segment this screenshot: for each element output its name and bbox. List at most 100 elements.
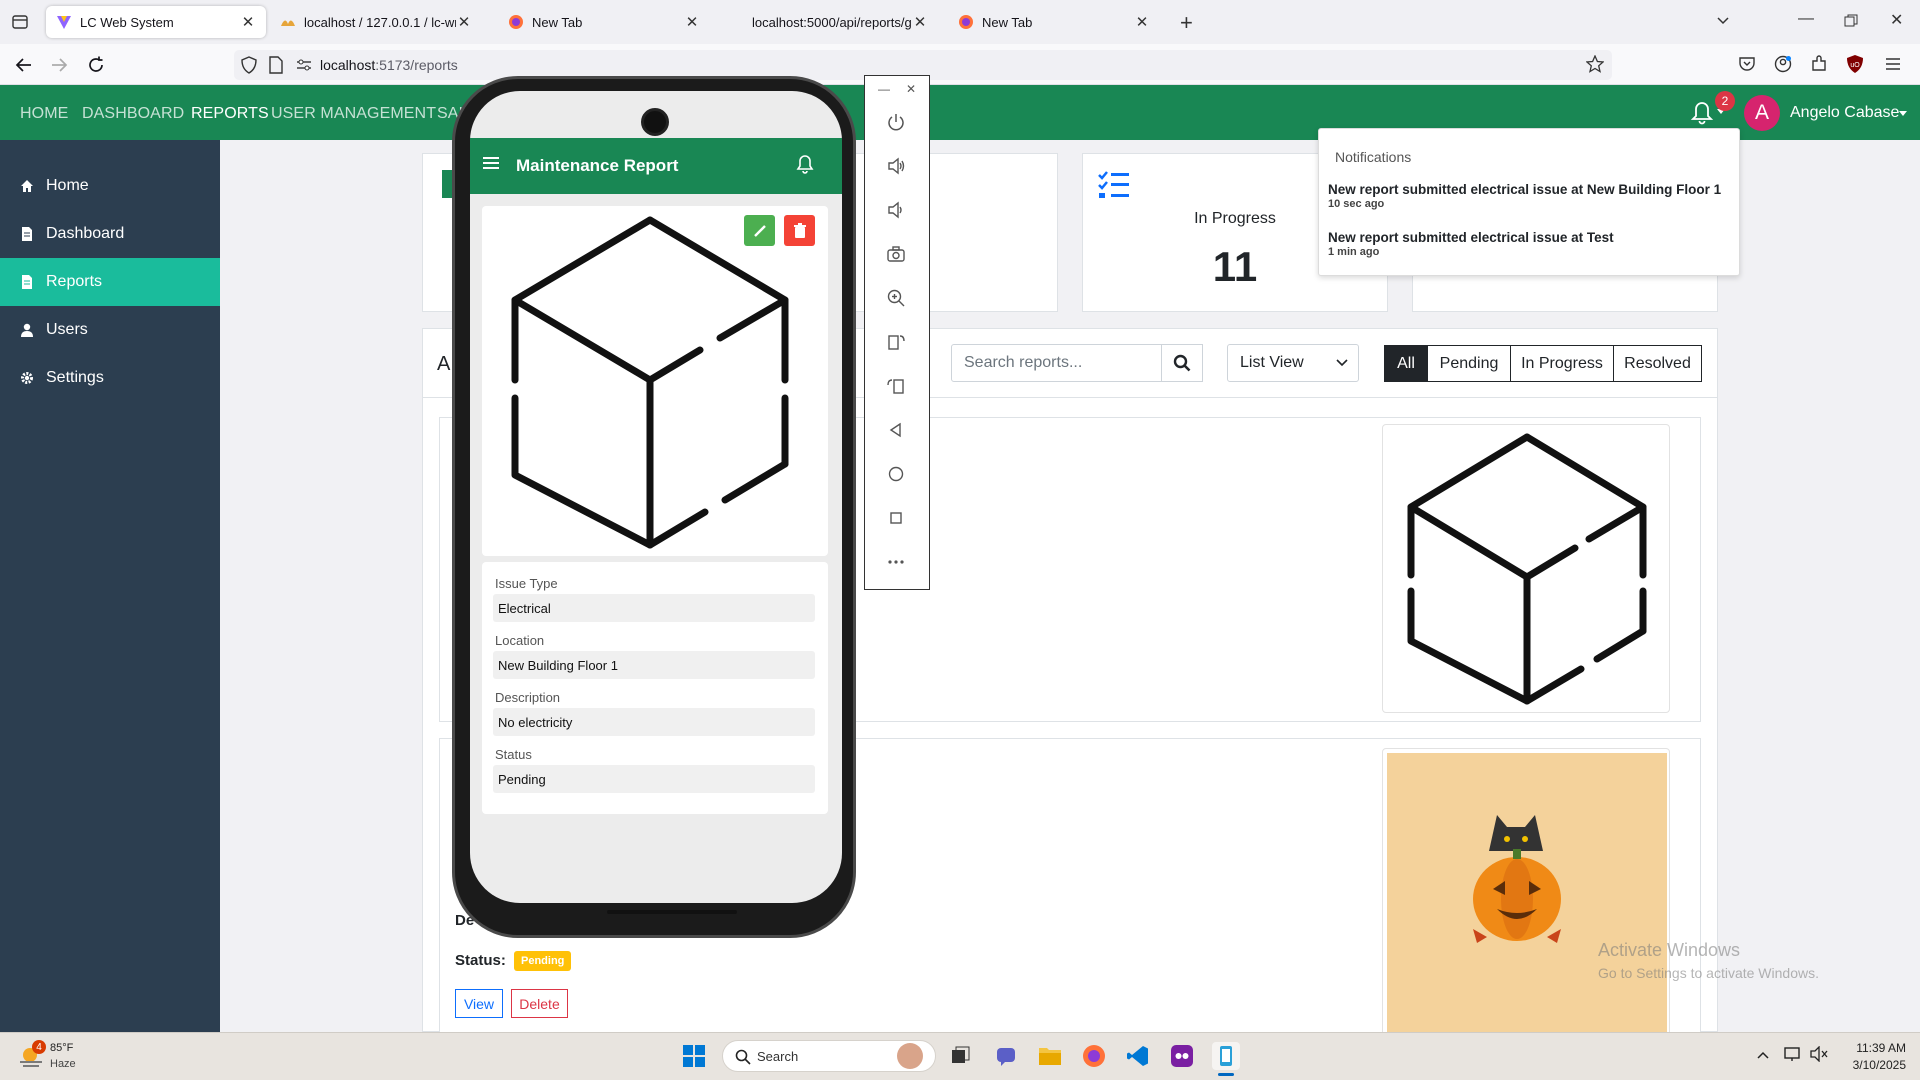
sidebar-item-label: Users <box>46 321 88 338</box>
bookmark-star-icon[interactable] <box>1586 55 1604 73</box>
phpmyadmin-icon <box>280 14 296 30</box>
tab-list-icon[interactable] <box>10 12 30 32</box>
search-button[interactable] <box>1161 344 1203 382</box>
close-tab-icon[interactable]: ✕ <box>912 13 928 31</box>
copilot-app-icon[interactable] <box>1168 1042 1196 1070</box>
start-button-icon[interactable] <box>680 1042 708 1070</box>
nav-home[interactable]: HOME <box>20 105 68 123</box>
menu-icon[interactable] <box>1884 56 1902 72</box>
file-explorer-icon[interactable] <box>1036 1042 1064 1070</box>
tab-new-tab-2[interactable]: New Tab ✕ <box>948 6 1160 38</box>
weather-widget[interactable]: 4 85°F Haze <box>16 1040 86 1074</box>
box-icon <box>1383 425 1669 714</box>
phone-bell-icon[interactable] <box>795 153 815 175</box>
sidebar-item-users[interactable]: Users <box>0 306 220 354</box>
delete-report-button[interactable] <box>784 215 815 246</box>
delete-button[interactable]: Delete <box>511 989 568 1018</box>
view-button[interactable]: View <box>455 989 503 1018</box>
rotate-left-icon[interactable] <box>880 326 912 358</box>
android-emulator-icon[interactable] <box>1212 1042 1240 1070</box>
back-triangle-icon[interactable] <box>880 414 912 446</box>
tab-overflow-icon[interactable] <box>1714 12 1732 30</box>
close-tab-icon[interactable]: ✕ <box>456 13 472 31</box>
filter-all-button[interactable]: All <box>1384 345 1428 382</box>
back-icon[interactable] <box>14 55 34 75</box>
notification-count-badge: 2 <box>1715 91 1735 111</box>
camera-icon[interactable] <box>880 238 912 270</box>
user-dropdown-caret-icon[interactable] <box>1898 110 1908 118</box>
teams-icon[interactable] <box>992 1042 1020 1070</box>
firefox-taskbar-icon[interactable] <box>1080 1042 1108 1070</box>
search-input[interactable]: Search reports... <box>951 344 1162 382</box>
shield-icon[interactable] <box>240 56 258 74</box>
reload-icon[interactable] <box>86 55 106 75</box>
volume-up-icon[interactable] <box>880 150 912 182</box>
search-icon <box>735 1049 751 1065</box>
new-tab-icon[interactable]: + <box>1180 10 1193 36</box>
avatar[interactable]: A <box>1744 95 1780 131</box>
report-image[interactable] <box>1382 748 1670 1038</box>
sidebar-item-dashboard[interactable]: Dashboard <box>0 210 220 258</box>
notification-time: 1 min ago <box>1328 246 1380 258</box>
more-options-icon[interactable] <box>880 546 912 578</box>
sidebar-item-settings[interactable]: Settings <box>0 354 220 402</box>
filter-in-progress-button[interactable]: In Progress <box>1510 345 1614 382</box>
tab-phpmyadmin[interactable]: localhost / 127.0.0.1 / lc-wm-da ✕ <box>270 6 482 38</box>
clock-date[interactable]: 3/10/2025 <box>1840 1058 1906 1072</box>
account-icon[interactable] <box>1774 55 1792 73</box>
emulator-minimize-icon[interactable]: — <box>878 82 890 96</box>
tab-new-tab[interactable]: New Tab ✕ <box>498 6 710 38</box>
ublock-icon[interactable]: uO <box>1846 54 1864 74</box>
task-view-icon[interactable] <box>946 1042 974 1070</box>
filter-pending-button[interactable]: Pending <box>1427 345 1511 382</box>
notification-item[interactable]: New report submitted electrical issue at… <box>1328 230 1733 266</box>
permissions-icon[interactable] <box>296 58 312 72</box>
zoom-icon[interactable] <box>880 282 912 314</box>
taskbar-search-box[interactable]: Search <box>722 1040 936 1072</box>
page-info-icon[interactable] <box>268 56 284 74</box>
overview-square-icon[interactable] <box>880 502 912 534</box>
close-tab-icon[interactable]: ✕ <box>240 13 256 31</box>
nav-dashboard[interactable]: DASHBOARD <box>82 105 184 123</box>
network-icon[interactable] <box>1784 1046 1802 1062</box>
nav-reports[interactable]: REPORTS <box>191 105 269 123</box>
nav-user-management[interactable]: USER MANAGEMENT <box>271 105 436 123</box>
vscode-icon[interactable] <box>1124 1042 1152 1070</box>
close-tab-icon[interactable]: ✕ <box>1134 13 1150 31</box>
volume-muted-icon[interactable] <box>1810 1046 1828 1062</box>
home-circle-icon[interactable] <box>880 458 912 490</box>
notification-bell-icon[interactable] <box>1690 100 1714 126</box>
power-icon[interactable] <box>880 106 912 138</box>
tab-lc-web-system[interactable]: LC Web System ✕ <box>46 6 266 38</box>
restore-window-icon[interactable] <box>1844 14 1858 28</box>
pocket-icon[interactable] <box>1738 55 1756 73</box>
status-field-label: Status <box>495 747 532 762</box>
url-text[interactable]: localhost:5173/reports <box>320 57 458 73</box>
volume-down-icon[interactable] <box>880 194 912 226</box>
description-value: No electricity <box>493 708 815 736</box>
svg-text:uO: uO <box>1850 62 1860 69</box>
clock-time[interactable]: 11:39 AM <box>1848 1041 1906 1055</box>
tray-overflow-icon[interactable] <box>1756 1048 1770 1062</box>
phone-home-indicator[interactable] <box>607 910 737 914</box>
filter-resolved-button[interactable]: Resolved <box>1613 345 1702 382</box>
close-window-icon[interactable]: ✕ <box>1890 10 1903 30</box>
view-mode-select[interactable]: List View <box>1227 344 1359 382</box>
edit-button[interactable] <box>744 215 775 246</box>
sidebar-item-reports[interactable]: Reports <box>0 258 220 306</box>
user-name[interactable]: Angelo Cabase <box>1790 104 1899 122</box>
sidebar-item-home[interactable]: Home <box>0 162 220 210</box>
emulator-close-icon[interactable]: ✕ <box>906 82 916 96</box>
url-host: localhost <box>320 57 376 73</box>
list-check-icon <box>1098 170 1130 200</box>
view-mode-value: List View <box>1240 354 1304 371</box>
forward-icon[interactable] <box>49 55 69 75</box>
report-image[interactable] <box>1382 424 1670 713</box>
extensions-icon[interactable] <box>1810 55 1828 73</box>
minimize-window-icon[interactable]: — <box>1798 10 1814 28</box>
notification-item[interactable]: New report submitted electrical issue at… <box>1328 182 1733 218</box>
close-tab-icon[interactable]: ✕ <box>684 13 700 31</box>
tab-api-reports[interactable]: localhost:5000/api/reports/get- ✕ <box>742 6 938 38</box>
rotate-right-icon[interactable] <box>880 370 912 402</box>
hamburger-menu-icon[interactable] <box>482 155 500 171</box>
